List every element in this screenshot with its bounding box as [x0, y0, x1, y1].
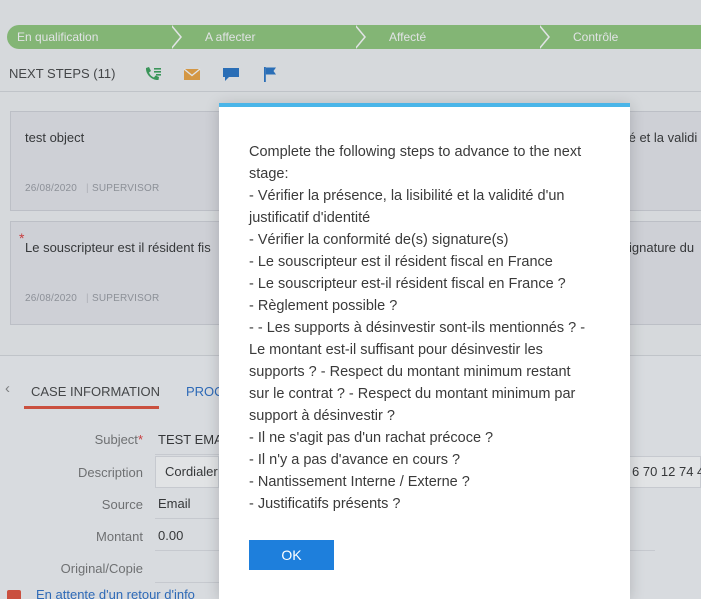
message-line: - Le souscripteur est-il résident fiscal…	[249, 276, 566, 292]
message-line: - Vérifier la conformité de(s) signature…	[249, 232, 509, 248]
message-line: Complete the following steps to advance …	[249, 144, 582, 160]
message-line: - Justificatifs présents ?	[249, 496, 401, 512]
message-line: justificatif d'identité	[249, 210, 371, 226]
message-line: stage:	[249, 166, 289, 182]
message-line: sur le contrat ? - Respect du montant mi…	[249, 386, 576, 402]
message-line: - - Les supports à désinvestir sont-ils …	[249, 320, 586, 336]
message-line: - Il n'y a pas d'avance en cours ?	[249, 452, 461, 468]
dialog-message: Complete the following steps to advance …	[249, 141, 609, 515]
message-line: supports ? - Respect du montant minimum …	[249, 364, 571, 380]
message-line: - Le souscripteur est il résident fiscal…	[249, 254, 553, 270]
message-line: - Vérifier la présence, la lisibilité et…	[249, 188, 565, 204]
message-line: - Nantissement Interne / Externe ?	[249, 474, 470, 490]
message-line: Le montant est-il suffisant pour désinve…	[249, 342, 543, 358]
message-line: - Règlement possible ?	[249, 298, 398, 314]
advance-stage-dialog: Complete the following steps to advance …	[219, 103, 630, 599]
ok-button[interactable]: OK	[249, 540, 334, 570]
message-line: - Il ne s'agit pas d'un rachat précoce ?	[249, 430, 494, 446]
message-line: support à désinvestir ?	[249, 408, 395, 424]
